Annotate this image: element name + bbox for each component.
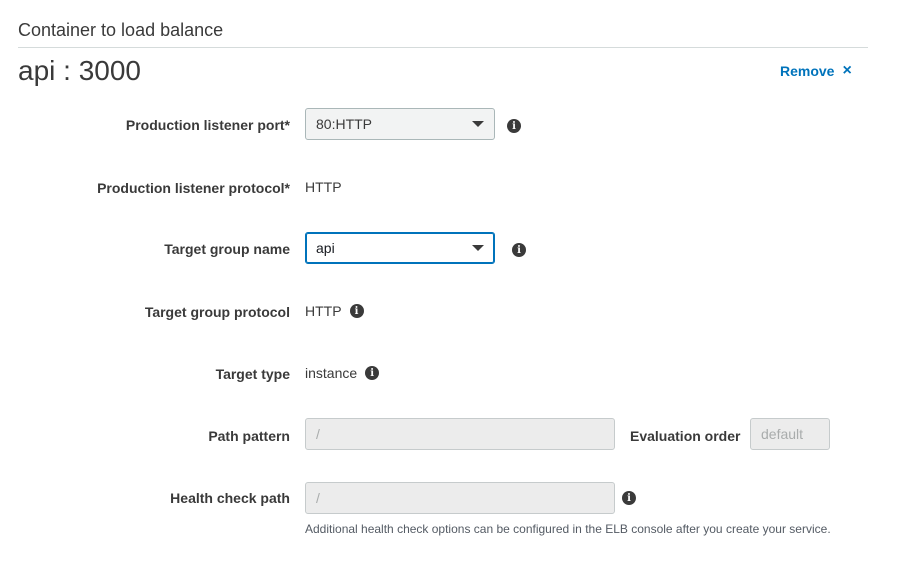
target-type-row: instance i [305, 365, 380, 381]
target-group-protocol-row: HTTP i [305, 303, 364, 319]
path-pattern-label: Path pattern [208, 428, 290, 444]
help-text: Additional health check options can be c… [305, 522, 831, 536]
production-listener-port-select[interactable]: 80:HTTP [305, 108, 495, 140]
info-icon[interactable]: i [365, 366, 380, 380]
production-listener-port-label: Production listener port* [125, 117, 290, 133]
health-check-path-label: Health check path [170, 490, 290, 506]
evaluation-order-placeholder: default [761, 426, 804, 442]
path-pattern-placeholder: / [316, 426, 320, 442]
production-listener-port-value: 80:HTTP [316, 116, 373, 132]
target-type-value: instance [305, 365, 358, 381]
chevron-down-icon [472, 245, 484, 251]
info-icon[interactable]: i [507, 119, 521, 133]
evaluation-order-input[interactable]: default [750, 418, 830, 450]
close-icon: × [842, 62, 852, 79]
section-title: Container to load balance [18, 20, 224, 40]
info-icon[interactable]: i [512, 243, 526, 257]
path-pattern-input[interactable]: / [305, 418, 615, 450]
target-group-protocol-value: HTTP [305, 303, 342, 319]
remove-button[interactable]: Remove × [780, 62, 852, 80]
chevron-down-icon [472, 121, 484, 127]
health-check-path-input[interactable]: / [305, 482, 615, 514]
evaluation-order-label: Evaluation order [630, 428, 741, 444]
target-group-protocol-label: Target group protocol [144, 304, 290, 320]
target-type-label: Target type [215, 366, 290, 382]
section-divider [18, 47, 868, 48]
production-listener-protocol-label: Production listener protocol* [97, 180, 290, 196]
target-group-name-label: Target group name [164, 241, 290, 257]
target-group-name-select[interactable]: api [305, 232, 495, 264]
remove-label: Remove [780, 63, 835, 79]
info-icon[interactable]: i [622, 491, 636, 505]
production-listener-protocol-value: HTTP [305, 179, 342, 195]
target-group-name-value: api [316, 240, 335, 256]
info-icon[interactable]: i [349, 304, 364, 318]
health-check-path-placeholder: / [316, 490, 320, 506]
container-name: api : 3000 [18, 55, 141, 86]
